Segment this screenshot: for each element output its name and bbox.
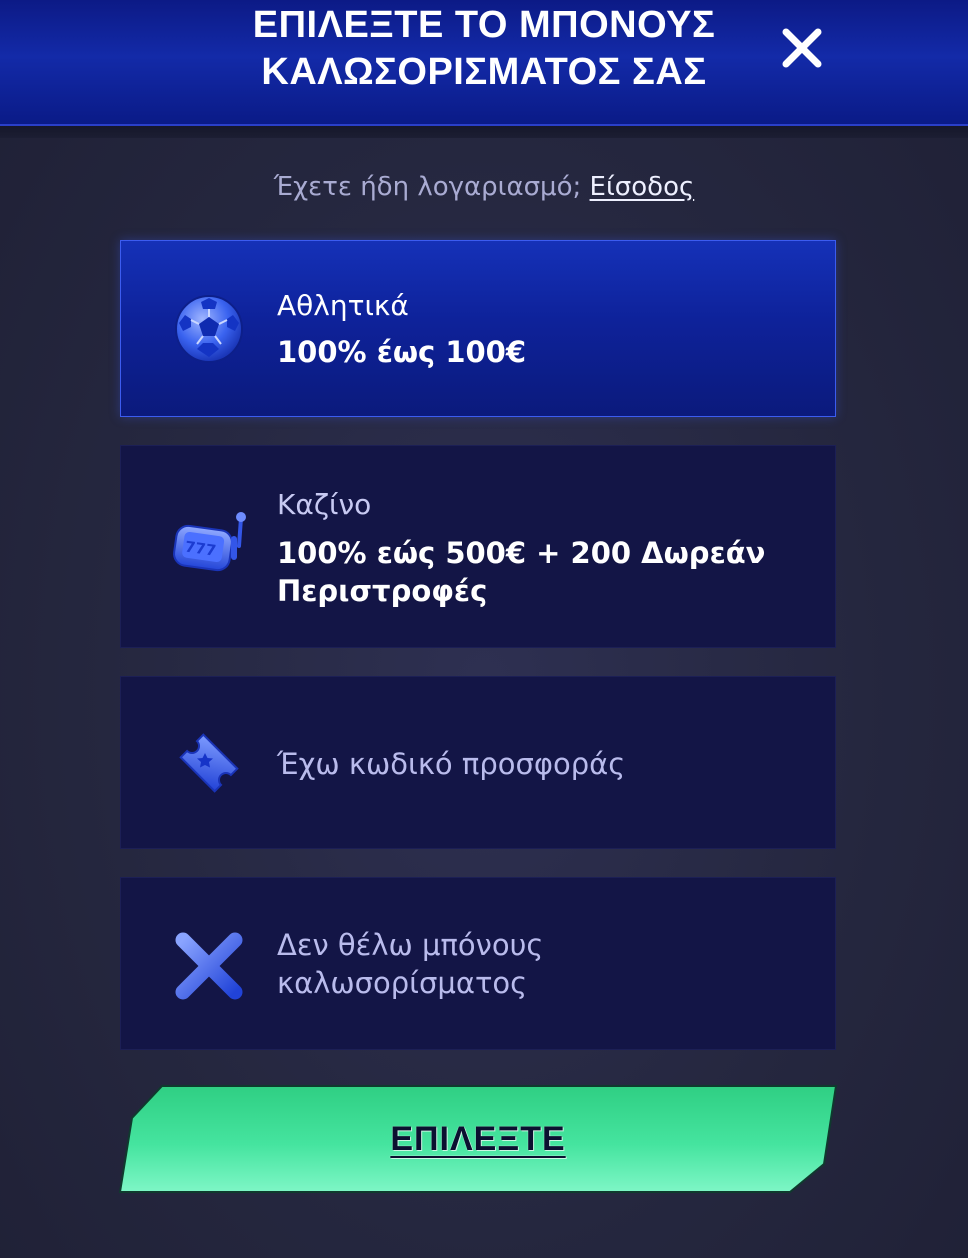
header-divider: [0, 126, 968, 138]
close-button[interactable]: [778, 24, 826, 72]
option-casino[interactable]: 777 Καζίνο 100% εώς 500€ + 200 Δωρεάν Πε…: [120, 445, 836, 648]
option-no-bonus[interactable]: Δεν θέλω μπόνους καλωσορίσματος: [120, 877, 836, 1050]
soccer-ball-icon: [169, 289, 249, 369]
modal-title-line-1: ΕΠΙΛΕΞΤΕ ΤΟ ΜΠΟΝΟΥΣ: [252, 4, 716, 46]
option-promo-code[interactable]: Έχω κωδικό προσφοράς: [120, 676, 836, 849]
close-icon: [782, 28, 822, 68]
bonus-selection-modal: ΕΠΙΛΕΞΤΕ ΤΟ ΜΠΟΝΟΥΣ ΚΑΛΩΣΟΡΙΣΜΑΤΟΣ ΣΑΣ Έ…: [0, 0, 968, 1258]
modal-title-line-2: ΚΑΛΩΣΟΡΙΣΜΑΤΟΣ ΣΑΣ: [261, 51, 707, 93]
modal-title: ΕΠΙΛΕΞΤΕ ΤΟ ΜΠΟΝΟΥΣ ΚΑΛΩΣΟΡΙΣΜΑΤΟΣ ΣΑΣ: [160, 2, 808, 96]
option-sports-title: Αθλητικά: [277, 289, 409, 322]
login-link[interactable]: Είσοδος: [590, 172, 695, 202]
option-casino-value: 100% εώς 500€ + 200 Δωρεάν Περιστροφές: [277, 536, 766, 608]
slot-machine-icon: 777: [169, 508, 249, 588]
select-button-label: ΕΠΙΛΕΞΤΕ: [390, 1120, 566, 1158]
login-prompt: Έχετε ήδη λογαριασμό; Είσοδος: [0, 172, 968, 202]
option-sports[interactable]: Αθλητικά 100% έως 100€: [120, 240, 836, 417]
option-casino-title: Καζίνο: [277, 488, 372, 521]
modal-header: ΕΠΙΛΕΞΤΕ ΤΟ ΜΠΟΝΟΥΣ ΚΑΛΩΣΟΡΙΣΜΑΤΟΣ ΣΑΣ: [0, 0, 968, 126]
login-prompt-text: Έχετε ήδη λογαριασμό;: [273, 172, 590, 202]
option-sports-value: 100% έως 100€: [277, 335, 527, 369]
ticket-icon: [169, 723, 249, 803]
select-button[interactable]: ΕΠΙΛΕΞΤΕ: [118, 1084, 838, 1194]
option-promo-code-label: Έχω κωδικό προσφοράς: [277, 747, 626, 781]
x-icon: [169, 926, 249, 1006]
option-no-bonus-label: Δεν θέλω μπόνους καλωσορίσματος: [277, 928, 544, 1000]
